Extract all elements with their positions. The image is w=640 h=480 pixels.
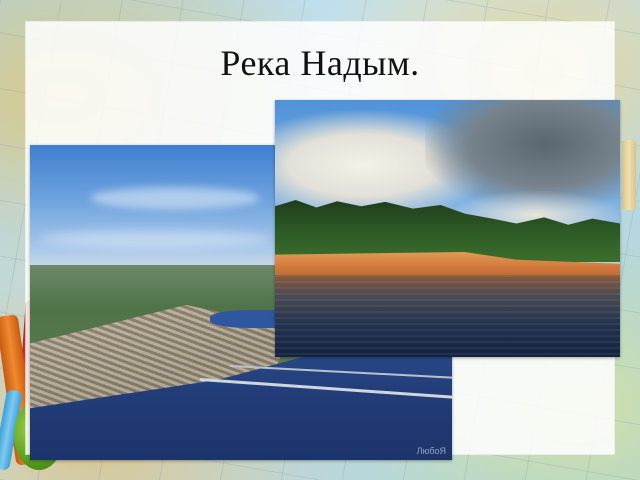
river-landscape-photo: [275, 100, 620, 357]
tape-decoration: [622, 140, 636, 210]
river-water: [275, 275, 620, 357]
slide-title: Река Надым.: [220, 43, 420, 83]
photo-watermark: ЛюбоЯ: [416, 446, 446, 456]
cloud: [90, 187, 260, 209]
cloud: [40, 230, 270, 248]
